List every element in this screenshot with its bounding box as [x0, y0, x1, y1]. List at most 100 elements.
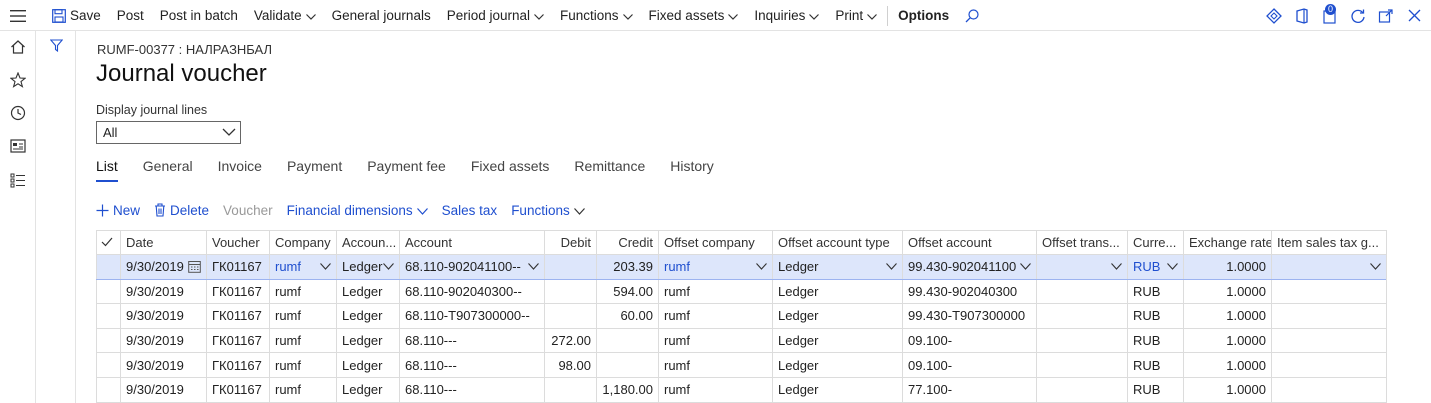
recent-clock-icon[interactable] — [9, 104, 27, 122]
delete-button[interactable]: Delete — [154, 203, 209, 218]
row-selector[interactable] — [96, 254, 121, 280]
exchange-rate-cell[interactable]: 1.0000 — [1183, 254, 1272, 280]
tab-payment-fee[interactable]: Payment fee — [367, 158, 446, 182]
column-header-item-sales-tax-group[interactable]: Item sales tax g... — [1271, 230, 1387, 255]
account-type-cell[interactable]: Ledger — [336, 303, 400, 329]
offset-company-cell[interactable]: rumf — [658, 376, 773, 403]
filter-icon[interactable] — [49, 39, 64, 55]
offset-company-cell[interactable]: rumf — [658, 327, 773, 354]
voucher-cell[interactable]: ГК01167 — [206, 352, 270, 378]
column-header-company[interactable]: Company — [269, 230, 337, 255]
voucher-cell[interactable]: ГК01167 — [206, 376, 270, 403]
column-header-offset-account-type[interactable]: Offset account type — [772, 230, 903, 255]
modules-list-icon[interactable] — [9, 171, 27, 189]
offset-account-type-cell[interactable]: Ledger — [772, 327, 903, 354]
credit-cell[interactable]: 594.00 — [596, 278, 659, 305]
exchange-rate-cell[interactable]: 1.0000 — [1183, 278, 1272, 305]
company-cell[interactable]: rumf — [269, 278, 337, 305]
functions-menu[interactable]: Functions — [552, 0, 641, 31]
notifications-icon[interactable]: 0 — [1321, 3, 1339, 25]
offset-account-cell[interactable]: 99.430-902040300 — [902, 278, 1037, 305]
company-cell[interactable]: rumf — [269, 327, 337, 354]
offset-account-cell[interactable]: 09.100- — [902, 327, 1037, 354]
voucher-cell[interactable]: ГК01167 — [206, 278, 270, 305]
post-in-batch-button[interactable]: Post in batch — [152, 0, 246, 31]
column-header-credit[interactable]: Credit — [596, 230, 659, 255]
table-row[interactable]: 9/30/2019 ГК01167 rumf Ledger 68.110--- … — [96, 352, 1387, 378]
offset-company-select[interactable]: rumf — [658, 254, 773, 280]
debit-cell[interactable] — [544, 303, 597, 329]
offset-transaction-text-cell[interactable] — [1036, 278, 1128, 305]
row-selector[interactable] — [96, 352, 121, 378]
tab-list[interactable]: List — [96, 158, 118, 182]
sales-tax-button[interactable]: Sales tax — [442, 203, 498, 218]
date-cell[interactable]: 9/30/2019 — [120, 327, 207, 354]
column-header-exchange-rate[interactable]: Exchange rate — [1183, 230, 1272, 255]
exchange-rate-cell[interactable]: 1.0000 — [1183, 303, 1272, 329]
offset-transaction-text-cell[interactable] — [1036, 352, 1128, 378]
offset-account-type-cell[interactable]: Ledger — [772, 303, 903, 329]
validate-menu[interactable]: Validate — [246, 0, 324, 31]
debit-cell[interactable]: 272.00 — [544, 327, 597, 354]
column-header-voucher[interactable]: Voucher — [206, 230, 270, 255]
offset-account-type-cell[interactable]: Ledger — [772, 376, 903, 403]
table-row[interactable]: 9/30/2019 ГК01167 rumf Ledger 68.110--- … — [96, 376, 1387, 403]
debit-cell[interactable]: 98.00 — [544, 352, 597, 378]
company-cell[interactable]: rumf — [269, 376, 337, 403]
table-row[interactable]: 9/30/2019 ГК01167 rumf Ledger 68.110-902… — [96, 278, 1387, 305]
select-all-checkbox[interactable] — [96, 230, 121, 255]
offset-account-cell[interactable]: 99.430-T907300000 — [902, 303, 1037, 329]
exchange-rate-cell[interactable]: 1.0000 — [1183, 352, 1272, 378]
account-cell[interactable]: 68.110--- — [399, 327, 545, 354]
debit-cell[interactable] — [544, 278, 597, 305]
column-header-currency[interactable]: Curre... — [1127, 230, 1184, 255]
currency-cell[interactable]: RUB — [1127, 278, 1184, 305]
calendar-icon[interactable] — [188, 260, 201, 274]
refresh-icon[interactable] — [1349, 7, 1367, 25]
offset-transaction-text-cell[interactable] — [1036, 303, 1128, 329]
offset-transaction-text-cell[interactable] — [1036, 327, 1128, 354]
item-sales-tax-group-cell[interactable] — [1271, 303, 1387, 329]
search-button[interactable] — [957, 0, 987, 31]
item-sales-tax-group-select[interactable] — [1271, 254, 1387, 280]
row-selector[interactable] — [96, 303, 121, 329]
row-selector[interactable] — [96, 327, 121, 354]
offset-account-type-select[interactable]: Ledger — [772, 254, 903, 280]
account-cell[interactable]: 68.110-T907300000-- — [399, 303, 545, 329]
column-header-offset-company[interactable]: Offset company — [658, 230, 773, 255]
offset-transaction-text-cell[interactable] — [1036, 376, 1128, 403]
column-header-account[interactable]: Account — [399, 230, 545, 255]
credit-cell[interactable] — [596, 327, 659, 354]
currency-cell[interactable]: RUB — [1127, 376, 1184, 403]
column-header-debit[interactable]: Debit — [544, 230, 597, 255]
currency-cell[interactable]: RUB — [1127, 303, 1184, 329]
credit-cell[interactable]: 1,180.00 — [596, 376, 659, 403]
voucher-cell[interactable]: ГК01167 — [206, 327, 270, 354]
table-row[interactable]: 9/30/2019 ГК01167 rumf Ledger 68.110--- … — [96, 327, 1387, 354]
new-button[interactable]: New — [96, 203, 140, 218]
voucher-cell[interactable]: ГК01167 — [206, 254, 270, 280]
account-type-cell[interactable]: Ledger — [336, 352, 400, 378]
voucher-button[interactable]: Voucher — [223, 203, 273, 218]
account-type-cell[interactable]: Ledger — [336, 376, 400, 403]
item-sales-tax-group-cell[interactable] — [1271, 352, 1387, 378]
item-sales-tax-group-cell[interactable] — [1271, 327, 1387, 354]
account-cell[interactable]: 68.110--- — [399, 376, 545, 403]
offset-account-cell[interactable]: 09.100- — [902, 352, 1037, 378]
tab-invoice[interactable]: Invoice — [218, 158, 262, 182]
exchange-rate-cell[interactable]: 1.0000 — [1183, 376, 1272, 403]
tab-fixed-assets[interactable]: Fixed assets — [471, 158, 550, 182]
date-cell[interactable]: 9/30/2019 — [120, 303, 207, 329]
column-header-date[interactable]: Date — [120, 230, 207, 255]
company-cell[interactable]: rumf — [269, 303, 337, 329]
credit-cell[interactable]: 60.00 — [596, 303, 659, 329]
financial-dimensions-menu[interactable]: Financial dimensions — [287, 203, 428, 218]
offset-account-select[interactable]: 99.430-902041100 — [902, 254, 1037, 280]
item-sales-tax-group-cell[interactable] — [1271, 376, 1387, 403]
office-icon[interactable] — [1293, 7, 1311, 25]
offset-company-cell[interactable]: rumf — [658, 352, 773, 378]
post-button[interactable]: Post — [109, 0, 152, 31]
currency-cell[interactable]: RUB — [1127, 327, 1184, 354]
display-journal-lines-select[interactable]: All — [96, 121, 241, 144]
fixed-assets-menu[interactable]: Fixed assets — [641, 0, 747, 31]
